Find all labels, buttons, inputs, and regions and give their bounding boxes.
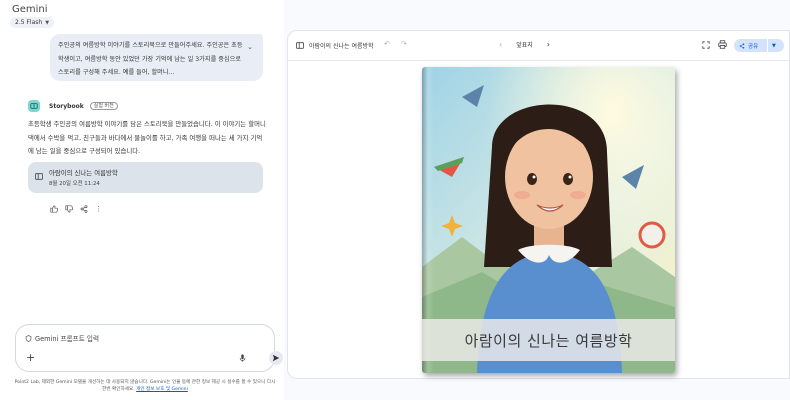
cover-title-banner: 아람이의 신나는 여름방학 <box>422 319 675 361</box>
book-icon <box>296 42 304 49</box>
print-icon[interactable] <box>718 40 727 49</box>
microphone-icon[interactable] <box>239 354 246 362</box>
assistant-name: Storybook <box>49 102 84 110</box>
doc-card-date: 8월 20일 오전 11:24 <box>49 181 100 187</box>
more-options-icon[interactable]: ⋮ <box>94 204 103 213</box>
share-icon <box>739 42 745 49</box>
fullscreen-icon[interactable] <box>702 41 710 49</box>
share-main[interactable]: 공유 <box>734 39 768 52</box>
storybook-cover[interactable]: 아람이의 신나는 여름방학 <box>422 67 675 373</box>
share-button[interactable]: 공유 ▼ <box>734 39 784 52</box>
send-button[interactable] <box>269 351 283 365</box>
thumbs-up-icon[interactable] <box>49 204 58 213</box>
chevron-down-icon[interactable]: ▼ <box>768 43 776 49</box>
prompt-input[interactable]: Gemini 프롬프트 입력 + <box>15 324 283 372</box>
doc-card-title: 아람이의 신나는 여름방학 <box>49 169 118 177</box>
thumbs-down-icon[interactable] <box>64 204 73 213</box>
prev-page-icon[interactable]: ‹ <box>499 40 502 49</box>
share-icon[interactable] <box>79 204 88 213</box>
doc-title-group: 아람이의 신나는 여름방학 <box>296 41 374 50</box>
model-label: 2.5 Flash <box>15 19 43 26</box>
app-title: Gemini <box>12 4 48 15</box>
undo-icon[interactable]: ↶ <box>384 40 390 48</box>
document-pane: 아람이의 신나는 여름방학 ↶ ↷ ‹ 앞표지 › 공유 ▼ 아람이의 신나는 … <box>287 30 790 379</box>
expand-chevron-icon[interactable]: ⌄ <box>247 41 253 55</box>
toolbar-divider <box>288 60 790 61</box>
assistant-response: 초등학생 주인공의 여름방학 이야기를 담은 스토리북을 만들었습니다. 이 이… <box>28 120 266 155</box>
chevron-down-icon: ▼ <box>45 19 50 26</box>
response-actions: ⋮ <box>49 204 103 213</box>
doc-title: 아람이의 신나는 여름방학 <box>309 43 374 50</box>
prompt-placeholder-row: Gemini 프롬프트 입력 <box>25 333 99 343</box>
share-label: 공유 <box>748 43 759 50</box>
disclaimer: Point2 Lab, 제외한 Gemini 모델을 개선하는 데 사용되지 않… <box>13 379 277 393</box>
model-selector[interactable]: 2.5 Flash ▼ <box>10 17 55 28</box>
prompt-placeholder: Gemini 프롬프트 입력 <box>35 335 100 343</box>
redo-icon[interactable]: ↷ <box>401 40 407 48</box>
storybook-doc-card[interactable]: 아람이의 신나는 여름방학 8월 20일 오전 11:24 <box>28 162 263 193</box>
chat-pane: Gemini 2.5 Flash ▼ 주인공의 여름방학 이야기를 스토리북으로… <box>0 0 284 400</box>
page-label: 앞표지 <box>516 42 533 49</box>
experimental-badge: 실험 버전 <box>89 102 118 110</box>
cover-title: 아람이의 신나는 여름방학 <box>464 331 633 350</box>
privacy-link[interactable]: 개인 정보 보호 및 Gemini <box>136 387 188 392</box>
page-navigator: ‹ 앞표지 › <box>499 40 550 49</box>
user-message-text: 주인공의 여름방학 이야기를 스토리북으로 만들어주세요. 주인공은 초등학생이… <box>58 42 243 76</box>
next-page-icon[interactable]: › <box>547 40 550 49</box>
user-message: 주인공의 여름방학 이야기를 스토리북으로 만들어주세요. 주인공은 초등학생이… <box>50 34 263 81</box>
book-icon <box>35 173 43 180</box>
storybook-icon <box>28 100 40 112</box>
add-icon[interactable]: + <box>26 351 35 364</box>
assistant-header: Storybook 실험 버전 <box>28 100 118 112</box>
shield-icon <box>25 334 32 342</box>
send-icon <box>272 354 280 362</box>
